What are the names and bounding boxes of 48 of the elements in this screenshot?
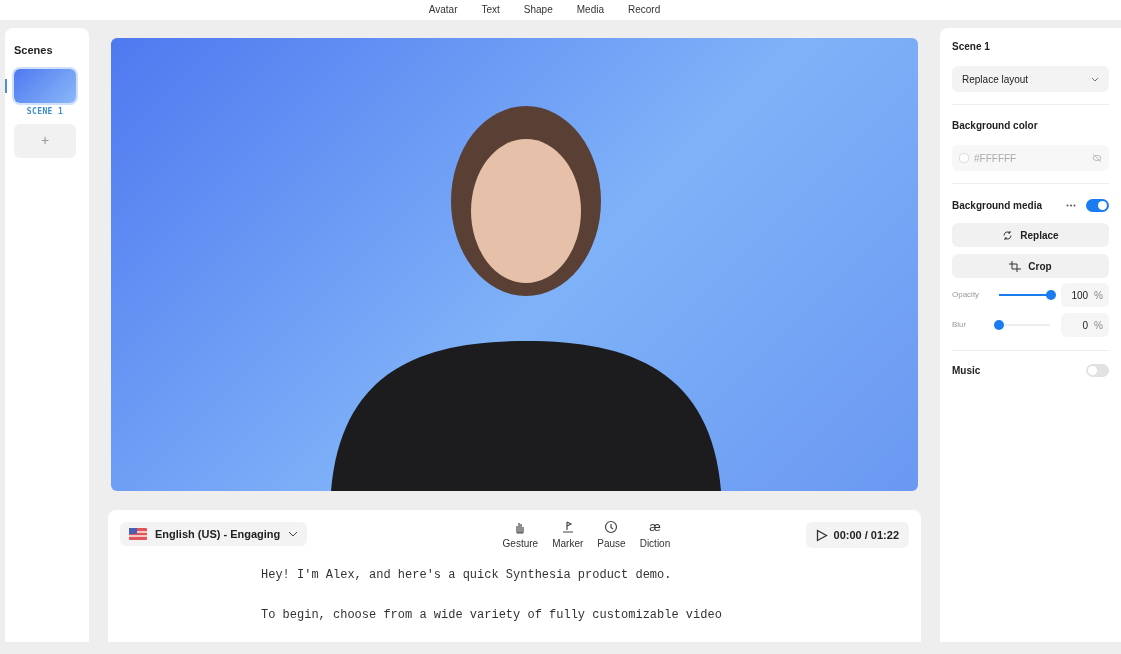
value-field[interactable]: 0 % [1061,313,1109,337]
more-icon[interactable] [1066,204,1076,207]
section-label: Music [952,364,982,378]
refresh-icon [1002,229,1014,241]
slider-thumb[interactable] [993,320,1004,330]
toolbar-tab[interactable]: Media [566,2,614,17]
tool-button[interactable]: æ Diction [639,520,671,551]
flag-marker-icon [560,520,575,534]
color-swatch-icon [959,153,969,163]
slider-label: Opacity [952,289,981,301]
tool-button[interactable]: Marker [552,520,584,551]
flag-icon [129,528,147,540]
eye-slash-icon [1092,154,1102,162]
panel-title: Scene 1 [952,40,991,54]
value-field[interactable]: 100 % [1061,283,1109,307]
chevron-down-icon [288,531,299,537]
play-icon [815,528,828,542]
crop-button[interactable]: Crop [952,254,1109,278]
toggle-switch[interactable] [1086,199,1109,212]
crop-icon [1009,260,1022,272]
scene-label: SCENE 1 [26,105,64,118]
slider-thumb[interactable] [1045,290,1056,300]
value-text: 0 [1082,318,1089,333]
play-button[interactable]: 00:00 / 01:22 [805,522,909,548]
toolbar-tab[interactable]: Text [471,2,510,17]
unit-label: % [1094,288,1103,303]
tool-button[interactable]: Gesture [502,520,539,551]
section-label: Background color [952,119,1039,133]
layout-dropdown[interactable]: Replace layout [952,66,1109,92]
toggle-switch[interactable] [1086,364,1109,377]
panel-title: Scenes [14,43,54,58]
voice-selector[interactable]: English (US) - Engaging [120,522,308,546]
toolbar-tab[interactable]: Shape [513,2,563,17]
replace-button[interactable]: Replace [952,223,1109,247]
diction-icon: æ [649,520,661,534]
value-text: 100 [1071,288,1089,303]
section-label: Background media [952,199,1044,213]
chevron-down-icon [1091,76,1099,82]
toolbar-tab[interactable]: Record [618,2,671,17]
slider-label: Blur [952,319,968,331]
selection-indicator [5,78,7,93]
scene-item[interactable]: SCENE 1 [14,68,76,118]
script-text[interactable]: Hey! I'm Alex, and here's a quick Synthesia product demo. [261,566,909,584]
clock-icon [604,520,619,534]
toolbar-tab[interactable]: Avatar [418,2,468,17]
tool-button[interactable]: Pause [597,520,626,551]
script-text[interactable]: To begin, choose from a wide variety of fully customizable video [261,606,909,624]
unit-label: % [1094,318,1103,333]
